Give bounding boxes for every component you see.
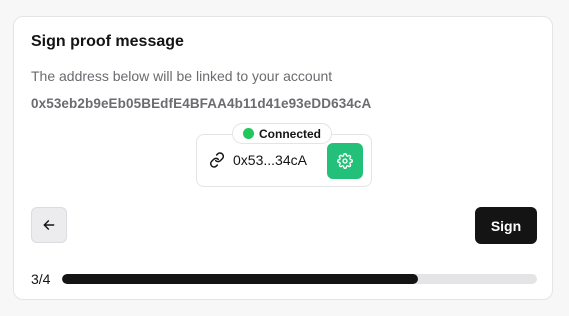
dialog-title: Sign proof message xyxy=(31,33,184,50)
dialog-description: The address below will be linked to your… xyxy=(31,68,333,84)
short-address: 0x53...34cA xyxy=(233,152,307,168)
connected-badge: Connected xyxy=(232,123,333,144)
link-icon xyxy=(209,152,225,168)
status-dot xyxy=(243,128,254,139)
connected-label: Connected xyxy=(259,126,322,141)
sign-proof-card: Sign proof message The address below wil… xyxy=(13,16,553,300)
wallet-address: 0x53eb2b9eEb05BEdfE4BFAA4b11d41e93eDD634… xyxy=(31,96,372,111)
sign-button[interactable]: Sign xyxy=(475,207,537,244)
progress-bar xyxy=(62,274,537,284)
gear-icon xyxy=(337,153,353,169)
wallet-settings-button[interactable] xyxy=(327,143,363,179)
arrow-left-icon xyxy=(42,218,56,232)
back-button[interactable] xyxy=(31,207,67,243)
progress-fill xyxy=(62,274,419,284)
step-counter: 3/4 xyxy=(31,271,51,287)
